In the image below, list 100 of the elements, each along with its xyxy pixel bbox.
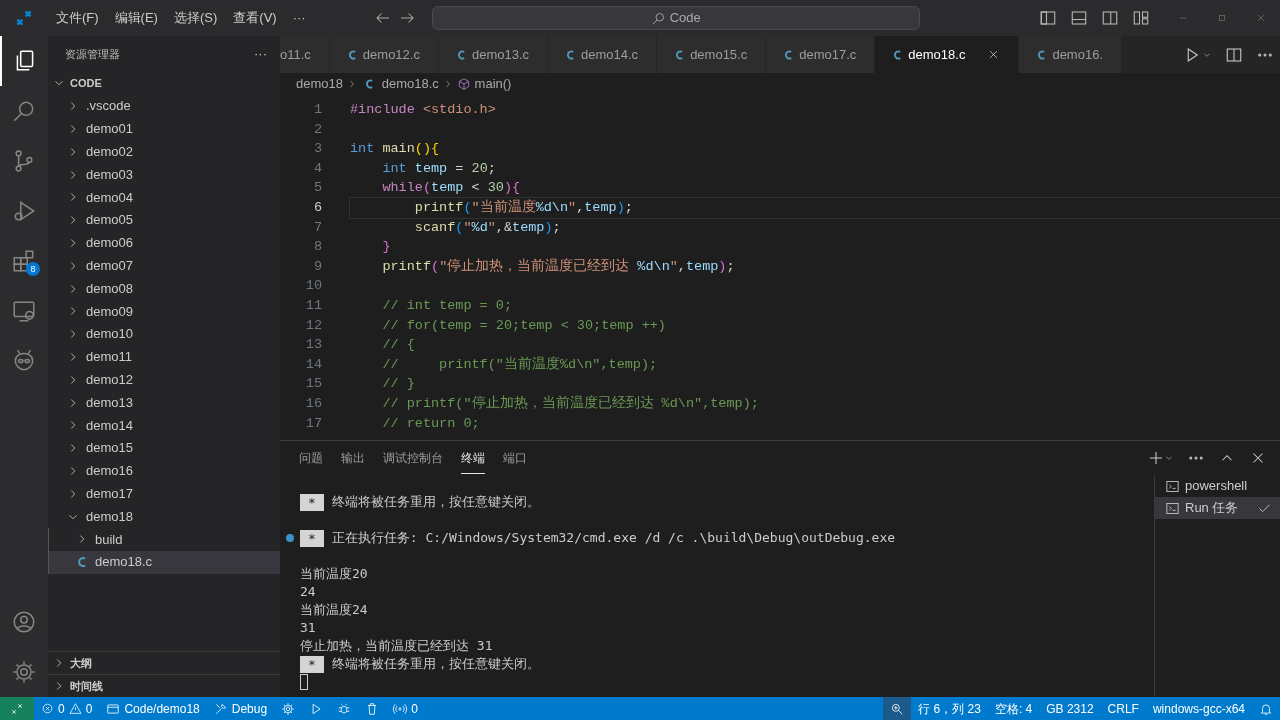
- secondary-sidebar-icon[interactable]: [1101, 9, 1119, 27]
- layout-icon[interactable]: [1132, 9, 1150, 27]
- terminal-text: 当前温度20: [300, 565, 368, 583]
- tree-item[interactable]: demo12: [48, 368, 280, 392]
- tree-item[interactable]: demo17: [48, 482, 280, 506]
- terminal-text: 24: [300, 583, 316, 601]
- line-number: 14: [304, 355, 323, 374]
- section-header[interactable]: 大纲: [48, 651, 280, 675]
- tree-item[interactable]: demo18: [48, 505, 280, 528]
- task-status-dot: [286, 534, 294, 542]
- terminal-text: 终端将被任务重用，按任意键关闭。: [331, 493, 540, 511]
- code-line: while(temp < 30){: [381, 179, 522, 198]
- terminal-list-item[interactable]: powershell: [1155, 475, 1280, 497]
- tree-item[interactable]: demo16: [48, 459, 280, 483]
- task-marker: *: [300, 493, 324, 511]
- tree-item[interactable]: demo07: [48, 254, 280, 278]
- breadcrumb-item[interactable]: demo18: [296, 74, 343, 94]
- status-item[interactable]: 0: [386, 697, 425, 720]
- settings-icon[interactable]: [11, 659, 37, 685]
- section-title: 大纲: [70, 656, 92, 672]
- count-badge: 8: [26, 262, 40, 276]
- remote-icon[interactable]: [10, 701, 24, 716]
- tree-item[interactable]: demo13: [48, 391, 280, 414]
- tree-item[interactable]: demo18.c: [48, 550, 280, 574]
- menu-item[interactable]: 选择(S): [165, 8, 226, 28]
- status-item[interactable]: Code/demo18: [99, 697, 207, 720]
- tree-item[interactable]: demo03: [48, 163, 280, 186]
- breadcrumb-item[interactable]: main(): [474, 74, 512, 94]
- editor-tab[interactable]: demo13.c: [438, 36, 549, 73]
- sidebar-toggle-icon[interactable]: [1039, 9, 1057, 27]
- terminal-list-item[interactable]: Run 任务: [1155, 497, 1280, 519]
- tree-item[interactable]: demo08: [48, 277, 280, 300]
- gear-icon[interactable]: [281, 701, 296, 716]
- line-number: 16: [304, 394, 323, 413]
- line-number: 17: [304, 414, 323, 433]
- line-number: 10: [304, 277, 323, 296]
- panel-tab[interactable]: 终端: [461, 442, 485, 474]
- panel-tab[interactable]: 问题: [299, 442, 323, 474]
- editor-tab[interactable]: demo18.c: [875, 36, 1020, 73]
- bug-icon[interactable]: [337, 701, 352, 716]
- tree-item[interactable]: demo10: [48, 322, 280, 346]
- account-icon[interactable]: [11, 609, 37, 635]
- line-number: 9: [312, 257, 323, 276]
- folder-root-label[interactable]: CODE: [70, 75, 102, 92]
- terminal-text: 31: [300, 619, 316, 637]
- tree-item[interactable]: demo09: [48, 299, 280, 323]
- code-line: // return 0;: [381, 414, 481, 433]
- tree-item[interactable]: build: [48, 527, 280, 551]
- folder-icon: [106, 701, 121, 716]
- c-file-icon: [365, 78, 375, 90]
- panel-toggle-icon[interactable]: [1070, 9, 1088, 27]
- editor-tab[interactable]: demo17.c: [766, 36, 876, 73]
- menu-item[interactable]: ···: [284, 8, 314, 28]
- code-line: }: [381, 238, 392, 257]
- zoom-icon[interactable]: [890, 701, 905, 716]
- tree-item[interactable]: demo01: [48, 117, 280, 141]
- search-field[interactable]: Code: [432, 6, 921, 30]
- menu-item[interactable]: 编辑(E): [106, 8, 166, 28]
- code-line: #include <stdio.h>: [350, 101, 497, 119]
- maximize-icon[interactable]: [1216, 12, 1228, 24]
- terminal-text: 当前温度24: [300, 601, 368, 619]
- warning-icon: [68, 702, 82, 715]
- split-editor-icon[interactable]: [1224, 45, 1243, 64]
- tree-item[interactable]: demo06: [48, 231, 280, 255]
- editor-tab[interactable]: o11.c: [280, 36, 330, 73]
- panel-tab[interactable]: 调试控制台: [383, 442, 443, 474]
- editor-tab[interactable]: demo16.: [1019, 36, 1122, 73]
- error-icon: [41, 702, 54, 715]
- plus-icon[interactable]: [1147, 449, 1165, 467]
- status-item[interactable]: GB 2312: [1039, 697, 1101, 720]
- status-item[interactable]: CRLF: [1100, 697, 1146, 720]
- problems-status[interactable]: 0 0: [34, 697, 100, 720]
- tree-item[interactable]: demo02: [48, 140, 280, 164]
- terminal-text: 正在执行任务: C:/Windows/System32/cmd.exe /d /c .\build\Debug\outDebug.exe: [331, 529, 896, 547]
- line-number: 4: [312, 159, 323, 178]
- editor-tab[interactable]: demo12.c: [329, 36, 439, 73]
- tree-item[interactable]: .vscode: [48, 94, 280, 118]
- line-number: 2: [312, 120, 323, 139]
- menu-item[interactable]: 文件(F): [48, 8, 107, 28]
- line-number: 6: [312, 198, 323, 217]
- tree-item[interactable]: demo11: [48, 345, 280, 369]
- panel-tab[interactable]: 端口: [503, 442, 527, 474]
- tree-item[interactable]: demo15: [48, 436, 280, 460]
- breadcrumb-item[interactable]: demo18.c: [381, 74, 439, 94]
- code-line: int main(){: [350, 140, 441, 159]
- status-item[interactable]: Debug: [206, 697, 275, 720]
- status-item[interactable]: windows-gcc-x64: [1145, 697, 1252, 720]
- status-item[interactable]: 行 6，列 23: [911, 697, 988, 720]
- editor-tab[interactable]: demo14.c: [548, 36, 658, 73]
- tree-item[interactable]: demo14: [48, 413, 280, 437]
- terminal-text: 终端将被任务重用，按任意键关闭。: [331, 655, 540, 673]
- status-item[interactable]: 空格: 4: [987, 697, 1040, 720]
- more-actions[interactable]: ···: [254, 44, 267, 64]
- tree-item[interactable]: demo04: [48, 186, 280, 209]
- bell-icon[interactable]: [1259, 701, 1273, 716]
- editor-tab[interactable]: demo15.c: [657, 36, 767, 73]
- menu-item[interactable]: 查看(V): [225, 8, 285, 28]
- panel-tab[interactable]: 输出: [341, 442, 365, 474]
- code-line: // int temp = 0;: [381, 296, 514, 315]
- tree-item[interactable]: demo05: [48, 208, 280, 232]
